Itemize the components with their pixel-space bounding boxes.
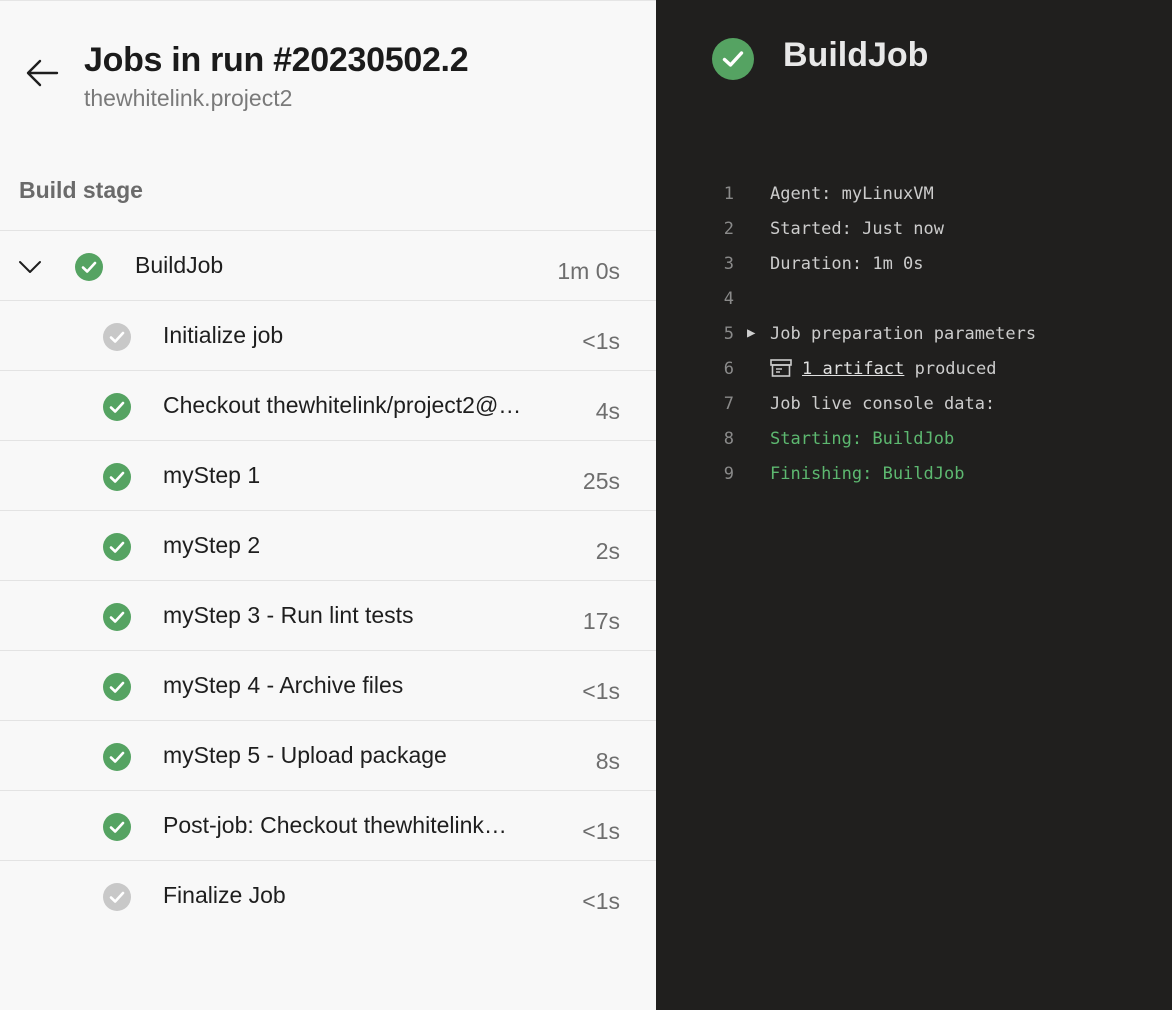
- step-name: Finalize Job: [163, 882, 286, 908]
- step-duration: 25s: [582, 468, 620, 494]
- page-subtitle: thewhitelink.project2: [84, 85, 293, 111]
- line-number: 3: [723, 254, 734, 274]
- neutral-check-icon: [103, 883, 131, 911]
- log-line: 1 Agent: myLinuxVM: [656, 176, 1172, 211]
- step-duration: <1s: [582, 328, 620, 354]
- step-name: myStep 3 - Run lint tests: [163, 602, 414, 628]
- line-number: 4: [723, 289, 734, 309]
- log-text-content: Starting: BuildJob: [770, 429, 955, 449]
- step-name: Checkout thewhitelink/project2@…: [163, 392, 522, 418]
- line-number: 7: [723, 394, 734, 414]
- step-duration: 2s: [595, 538, 620, 564]
- success-check-icon: [103, 743, 131, 771]
- job-list: BuildJob 1m 0s Initialize job <1s Checkout…: [0, 230, 656, 930]
- log-text: Duration: 1m 0s: [770, 254, 924, 274]
- line-number: 6: [723, 359, 734, 379]
- page-title: Jobs in run #20230502.2: [84, 41, 469, 79]
- line-number: 8: [723, 429, 734, 449]
- line-number: 1: [723, 184, 734, 204]
- step-duration: <1s: [582, 888, 620, 914]
- step-row[interactable]: Initialize job <1s: [0, 300, 656, 370]
- step-duration: <1s: [582, 818, 620, 844]
- step-row[interactable]: myStep 4 - Archive files <1s: [0, 650, 656, 720]
- success-check-icon: [103, 673, 131, 701]
- log-line: 9 Finishing: BuildJob: [656, 456, 1172, 491]
- step-row[interactable]: myStep 5 - Upload package 8s: [0, 720, 656, 790]
- log-text-content: Started: Just now: [770, 219, 944, 239]
- chevron-down-icon[interactable]: [18, 255, 42, 279]
- log-line: 5 ▶ Job preparation parameters: [656, 316, 1172, 351]
- log-line: 4: [656, 281, 1172, 316]
- log-text-content: Agent: myLinuxVM: [770, 184, 934, 204]
- log-text: Job preparation parameters: [770, 324, 1036, 344]
- back-arrow-icon[interactable]: [22, 53, 62, 93]
- success-check-icon: [103, 463, 131, 491]
- success-check-icon: [103, 393, 131, 421]
- step-name: myStep 5 - Upload package: [163, 742, 447, 768]
- success-check-icon: [712, 38, 754, 80]
- step-row[interactable]: Post-job: Checkout thewhitelink… <1s: [0, 790, 656, 860]
- log-line: 7 Job live console data:: [656, 386, 1172, 421]
- log-text-content: Job live console data:: [770, 394, 996, 414]
- log-text-content: Job preparation parameters: [770, 324, 1037, 344]
- success-check-icon: [103, 603, 131, 631]
- log-text-content: produced: [904, 359, 997, 379]
- neutral-check-icon: [103, 323, 131, 351]
- step-row[interactable]: myStep 3 - Run lint tests 17s: [0, 580, 656, 650]
- log-line: 3 Duration: 1m 0s: [656, 246, 1172, 281]
- console-log: 1 Agent: myLinuxVM 2 Started: Just now 3 Dura…: [656, 176, 1172, 491]
- step-duration: <1s: [582, 678, 620, 704]
- log-text: Finishing: BuildJob: [770, 464, 964, 484]
- step-duration: 8s: [595, 748, 620, 774]
- log-text: Agent: myLinuxVM: [770, 184, 934, 204]
- success-check-icon: [75, 253, 103, 281]
- artifact-link[interactable]: 1 artifact: [802, 359, 904, 379]
- detail-title: BuildJob: [783, 36, 929, 74]
- artifact-icon: [770, 359, 792, 377]
- step-name: Initialize job: [163, 322, 284, 348]
- log-text: Starting: BuildJob: [770, 429, 954, 449]
- log-text-content: Duration: 1m 0s: [770, 254, 924, 274]
- job-name: BuildJob: [135, 252, 224, 278]
- step-row[interactable]: Checkout thewhitelink/project2@… 4s: [0, 370, 656, 440]
- line-number: 5: [723, 324, 734, 344]
- step-duration: 4s: [595, 398, 620, 424]
- log-text: Job live console data:: [770, 394, 995, 414]
- expand-triangle-icon[interactable]: ▶: [747, 325, 755, 341]
- log-text: 1 artifact produced: [770, 359, 996, 379]
- log-line: 2 Started: Just now: [656, 211, 1172, 246]
- job-detail-panel: BuildJob 1 Agent: myLinuxVM 2 Started: Just…: [656, 0, 1172, 1010]
- step-duration: 17s: [582, 608, 620, 634]
- line-number: 2: [723, 219, 734, 239]
- jobs-panel: Jobs in run #20230502.2 thewhitelink.pro…: [0, 0, 656, 1010]
- step-row[interactable]: Finalize Job <1s: [0, 860, 656, 930]
- log-line: 6 1 artifact produced: [656, 351, 1172, 386]
- step-name: myStep 1: [163, 462, 261, 488]
- step-name: Post-job: Checkout thewhitelink…: [163, 812, 507, 838]
- step-name: myStep 2: [163, 532, 261, 558]
- step-name: myStep 4 - Archive files: [163, 672, 404, 698]
- job-duration: 1m 0s: [557, 258, 620, 284]
- log-text: Started: Just now: [770, 219, 944, 239]
- log-line: 8 Starting: BuildJob: [656, 421, 1172, 456]
- line-number: 9: [723, 464, 734, 484]
- step-row[interactable]: myStep 2 2s: [0, 510, 656, 580]
- stage-heading: Build stage: [19, 177, 143, 203]
- success-check-icon: [103, 533, 131, 561]
- log-text-content: Finishing: BuildJob: [770, 464, 965, 484]
- step-row[interactable]: myStep 1 25s: [0, 440, 656, 510]
- job-row-buildjob[interactable]: BuildJob 1m 0s: [0, 230, 656, 300]
- success-check-icon: [103, 813, 131, 841]
